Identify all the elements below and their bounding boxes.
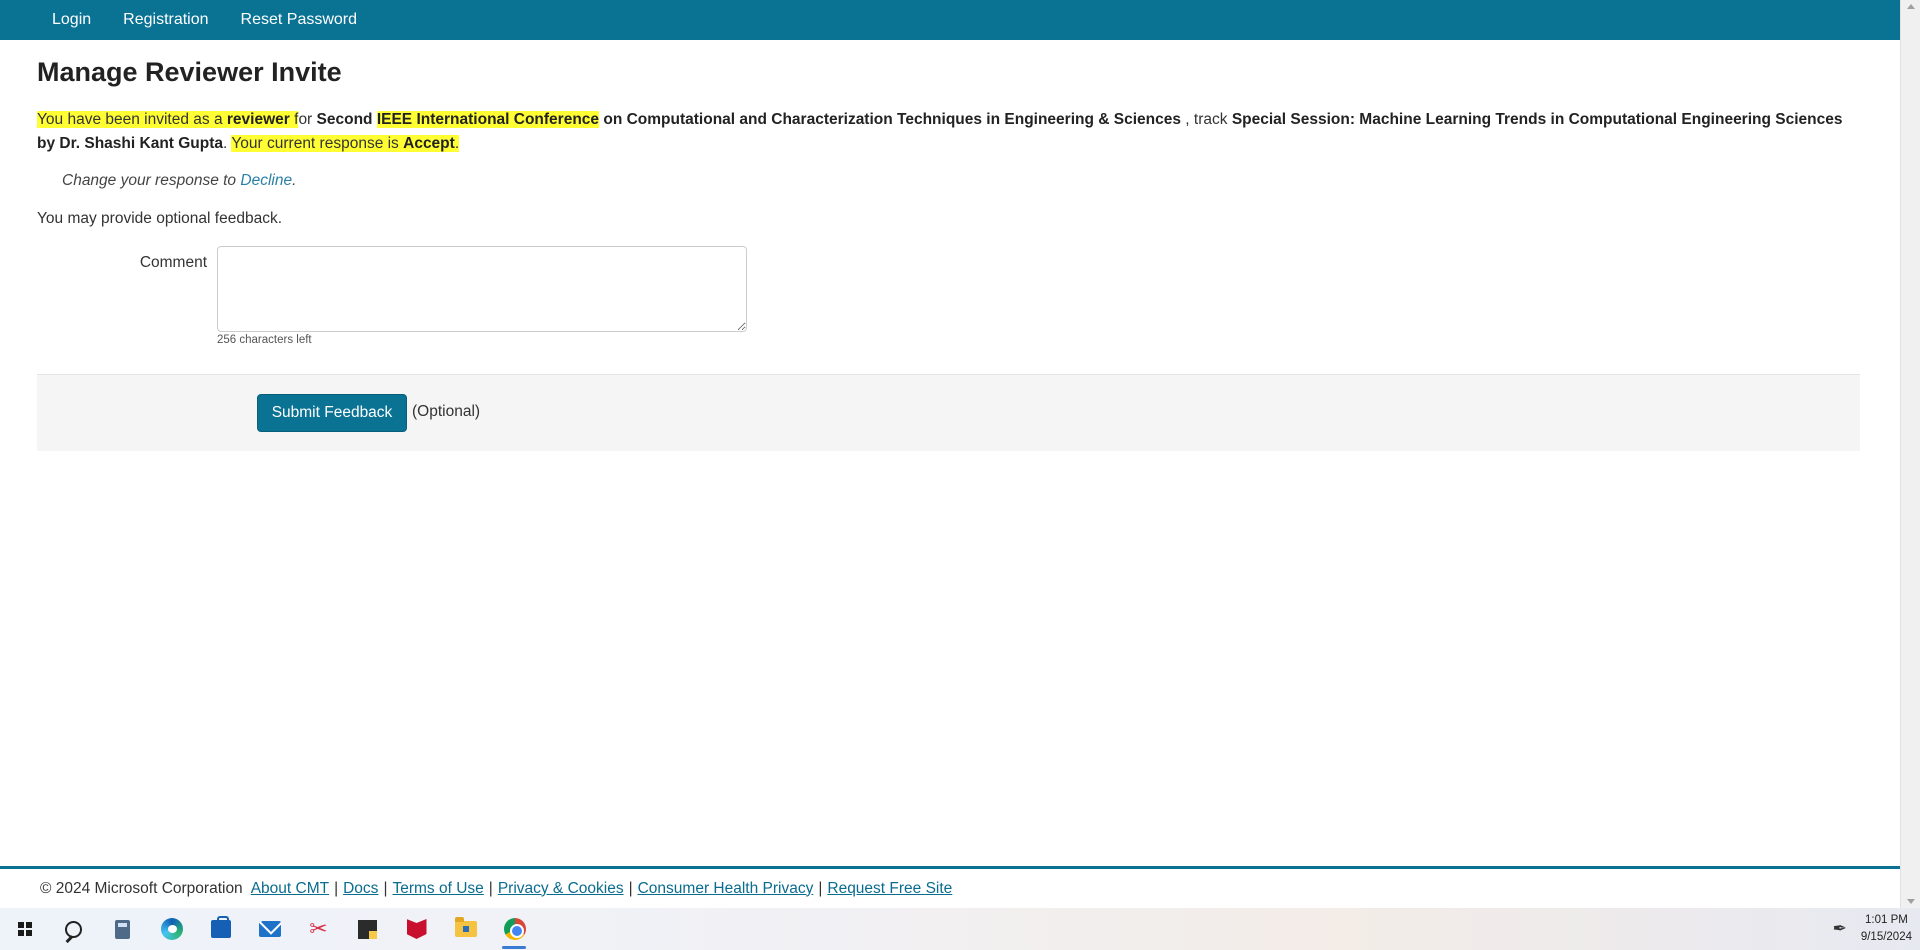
- consumer-health-privacy-link[interactable]: Consumer Health Privacy: [638, 880, 814, 898]
- store-icon[interactable]: [196, 908, 245, 950]
- characters-left-counter: 256 characters left: [217, 334, 312, 346]
- page-title: Manage Reviewer Invite: [37, 57, 342, 87]
- change-response-text: Change your response to: [62, 172, 241, 189]
- footer-separator: |: [818, 879, 823, 897]
- comment-textarea[interactable]: [217, 246, 747, 332]
- privacy-cookies-link[interactable]: Privacy & Cookies: [498, 880, 624, 898]
- edge-icon[interactable]: [147, 908, 196, 950]
- request-free-site-link[interactable]: Request Free Site: [827, 880, 952, 898]
- footer-separator: |: [628, 879, 633, 897]
- invite-intro-text: You have been invited as a: [37, 111, 227, 128]
- snipping-tool-icon[interactable]: ✂: [294, 908, 343, 950]
- main-content: Manage Reviewer Invite You have been inv…: [37, 54, 1860, 351]
- footer-separator: |: [383, 879, 388, 897]
- nav-registration-link[interactable]: Registration: [123, 11, 208, 29]
- conference-highlight: IEEE International Conference: [376, 111, 600, 128]
- conference-suffix: on Computational and Characterization Te…: [603, 111, 1181, 128]
- copyright-text: © 2024 Microsoft Corporation: [40, 879, 243, 897]
- response-value: Accept: [403, 135, 455, 152]
- track-word: , track: [1180, 111, 1232, 128]
- pen-icon[interactable]: ✒: [1833, 919, 1847, 939]
- scroll-up-arrow-icon[interactable]: [1907, 4, 1915, 9]
- mail-icon[interactable]: [245, 908, 294, 950]
- mcafee-icon[interactable]: [392, 908, 441, 950]
- decline-link[interactable]: Decline: [240, 172, 292, 189]
- nav-reset-password-link[interactable]: Reset Password: [241, 11, 358, 29]
- clock-time: 1:01 PM: [1865, 914, 1908, 926]
- system-tray: ✒ 1:01 PM 9/15/2024: [1833, 908, 1912, 950]
- taskbar-clock[interactable]: 1:01 PM 9/15/2024: [1861, 912, 1912, 946]
- submit-bar: Submit Feedback (Optional): [37, 374, 1860, 451]
- change-response-line: Change your response to Decline.: [62, 172, 1860, 190]
- conference-prefix: Second: [316, 111, 373, 128]
- optional-label: (Optional): [412, 403, 481, 420]
- page-scrollbar[interactable]: [1900, 0, 1920, 908]
- comment-label: Comment: [139, 254, 207, 271]
- calculator-icon[interactable]: [98, 908, 147, 950]
- comment-row: Comment 256 characters left: [37, 246, 1860, 351]
- feedback-hint: You may provide optional feedback.: [37, 210, 283, 227]
- nav-login-link[interactable]: Login: [52, 11, 91, 29]
- clock-date: 9/15/2024: [1860, 931, 1912, 943]
- terms-of-use-link[interactable]: Terms of Use: [392, 880, 483, 898]
- footer-separator: |: [334, 879, 339, 897]
- response-period: .: [454, 135, 460, 152]
- invite-message: You have been invited as a reviewer for …: [37, 108, 1860, 156]
- change-response-period: .: [292, 172, 297, 189]
- scroll-down-arrow-icon[interactable]: [1907, 899, 1915, 904]
- chrome-icon[interactable]: [490, 908, 539, 950]
- footer-separator: |: [488, 879, 493, 897]
- file-explorer-icon[interactable]: [441, 908, 490, 950]
- windows-taskbar: ✂ ✒ 1:01 PM 9/15/2024: [0, 908, 1920, 950]
- invite-for-fragment: or: [298, 111, 317, 128]
- top-nav: Login Registration Reset Password: [0, 0, 1900, 40]
- page-footer: © 2024 Microsoft Corporation About CMT |…: [0, 866, 1900, 908]
- response-text: Your current response is: [231, 135, 404, 152]
- docs-link[interactable]: Docs: [343, 880, 378, 898]
- about-cmt-link[interactable]: About CMT: [251, 880, 329, 898]
- invite-role: reviewer: [226, 111, 290, 128]
- search-icon[interactable]: [49, 908, 98, 950]
- sticky-notes-icon[interactable]: [343, 908, 392, 950]
- submit-feedback-button[interactable]: Submit Feedback: [257, 394, 407, 432]
- windows-start-icon[interactable]: [0, 908, 49, 950]
